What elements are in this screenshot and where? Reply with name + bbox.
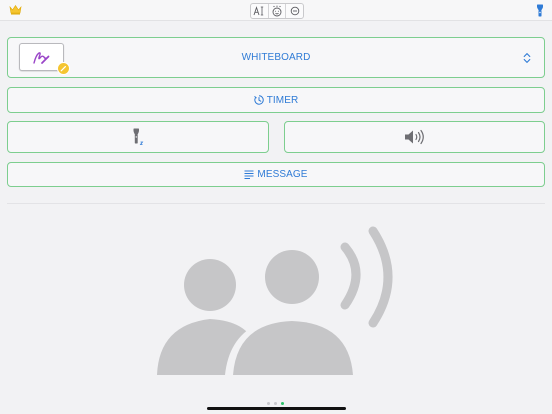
page-dot[interactable] [274,402,277,405]
page-dot-active[interactable] [281,402,284,405]
home-indicator[interactable] [207,407,346,410]
face-icon [272,5,282,17]
speaker-icon [404,129,424,145]
chevron-up-down-icon [523,53,531,63]
crown-icon[interactable] [9,4,22,15]
text-cursor-icon [253,6,264,16]
torch-icon[interactable] [536,4,544,17]
sound-button[interactable] [284,121,545,153]
zoom-out-button[interactable] [285,4,303,18]
top-toolbar [0,0,552,21]
timer-button[interactable]: TIMER [7,87,545,113]
whiteboard-selector[interactable]: WHITEBOARD [7,37,545,78]
lines-icon [244,170,254,179]
section-divider [7,203,545,204]
page-dot[interactable] [267,402,270,405]
center-tool-group [250,3,304,19]
flashlight-button[interactable] [7,121,269,153]
whiteboard-label: WHITEBOARD [241,52,311,63]
page-indicator[interactable] [267,402,284,405]
timer-label: TIMER [266,94,299,106]
message-label: MESSAGE [257,169,308,180]
edit-icon [60,66,66,72]
edit-badge[interactable] [57,62,70,75]
message-button[interactable]: MESSAGE [7,162,545,187]
people-speaking-icon [157,226,393,375]
zoom-out-icon [290,6,299,16]
flashlight-icon [133,128,144,145]
face-tool-button[interactable] [267,4,286,18]
timer-icon [253,95,264,105]
text-tool-button[interactable] [251,4,268,18]
